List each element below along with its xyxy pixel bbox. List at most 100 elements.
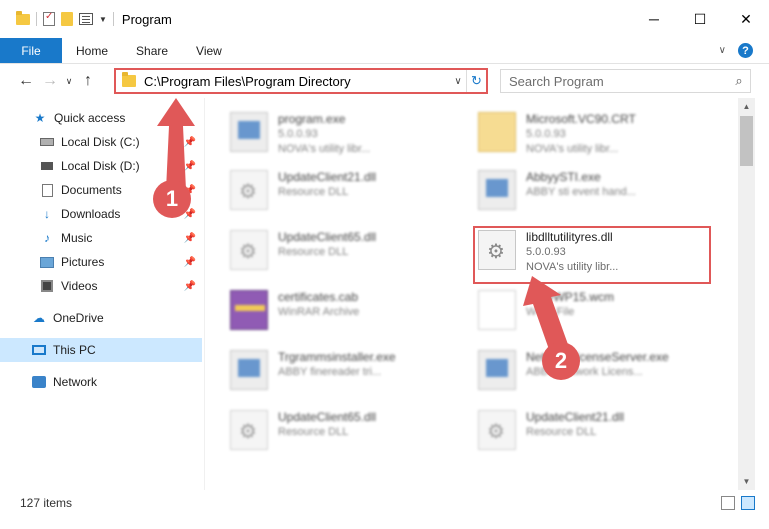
downloads-icon: ↓ [44, 207, 50, 221]
sidebar-item-onedrive[interactable]: ☁ OneDrive [0, 306, 202, 330]
tab-share[interactable]: Share [122, 38, 182, 63]
sidebar-item-label: Local Disk (D:) [61, 159, 140, 173]
address-dropdown-icon[interactable]: ∨ [450, 76, 466, 87]
pin-icon[interactable]: 📌 [184, 137, 196, 148]
exe-file-icon [230, 112, 268, 152]
pin-icon[interactable]: 📌 [184, 161, 196, 172]
file-item[interactable]: AbbyWP15.wcm WCM File [478, 286, 728, 342]
file-item[interactable]: UpdateClient65.dll Resource DLL [230, 406, 480, 462]
pin-icon[interactable]: 📌 [184, 233, 196, 244]
tab-home[interactable]: Home [62, 38, 122, 63]
onedrive-icon: ☁ [33, 311, 45, 325]
file-detail: ABBY finereader tri... [278, 366, 382, 378]
file-item[interactable]: Trgrammsinstaller.exe ABBY finereader tri… [230, 346, 480, 402]
generic-file-icon [478, 290, 516, 330]
navigation-bar: ← → ∨ ↑ C:\Program Files\Program Directo… [0, 64, 769, 98]
file-detail: Resource DLL [278, 186, 349, 198]
file-item[interactable]: AbbyySTI.exe ABBY sti event hand... [478, 166, 728, 222]
navigation-pane: ★ Quick access Local Disk (C:) 📌 Local D… [0, 100, 202, 490]
sidebar-item-music[interactable]: ♪ Music 📌 [0, 226, 202, 250]
quick-access-toolbar: ▼ [16, 10, 114, 26]
sidebar-item-quick-access[interactable]: ★ Quick access [0, 106, 202, 130]
sidebar-item-label: Videos [61, 279, 98, 293]
help-icon[interactable]: ? [738, 43, 753, 58]
search-input[interactable]: Search Program ⌕ [500, 69, 751, 93]
title-bar: ▼ Program ─ ☐ ✕ [0, 0, 769, 38]
details-view-icon[interactable] [721, 496, 735, 510]
pin-icon[interactable]: 📌 [184, 257, 196, 268]
file-item[interactable]: NetworkLicenseServer.exe ABBY Network Lic… [478, 346, 728, 402]
network-icon [32, 376, 46, 388]
dll-file-icon [230, 410, 268, 450]
new-folder-icon[interactable] [61, 12, 73, 26]
scroll-up-icon[interactable]: ▲ [738, 98, 755, 115]
sidebar-item-pictures[interactable]: Pictures 📌 [0, 250, 202, 274]
sidebar-item-local-disk-c[interactable]: Local Disk (C:) 📌 [0, 130, 202, 154]
scroll-thumb[interactable] [740, 116, 753, 166]
separator [36, 12, 37, 26]
folder-icon [16, 10, 30, 25]
address-path[interactable]: C:\Program Files\Program Directory [144, 74, 450, 89]
file-item[interactable]: UpdateClient65.dll Resource DLL [230, 226, 480, 282]
expand-ribbon-icon[interactable]: ∨ [719, 45, 726, 56]
large-icons-view-icon[interactable] [741, 496, 755, 510]
sidebar-item-label: Pictures [61, 255, 105, 269]
file-detail: 5.0.0.93 [278, 128, 318, 140]
sidebar-item-label: Local Disk (C:) [61, 135, 140, 149]
item-count: 127 items [20, 496, 73, 510]
drive-icon [40, 138, 54, 146]
scroll-down-icon[interactable]: ▼ [738, 473, 755, 490]
sidebar-item-local-disk-d[interactable]: Local Disk (D:) 📌 [0, 154, 202, 178]
callout-step-2: 2 [542, 342, 580, 380]
window-title: Program [121, 11, 172, 27]
sidebar-item-label: Quick access [54, 111, 126, 125]
status-bar: 127 items [0, 490, 769, 516]
sidebar-item-this-pc[interactable]: This PC [0, 338, 202, 362]
customize-toolbar-icon[interactable]: ▼ [99, 15, 107, 24]
file-name: Trgrammsinstaller.exe [278, 350, 396, 364]
sidebar-item-label: Network [53, 375, 98, 389]
file-name: AbbyySTI.exe [526, 170, 601, 184]
file-item[interactable]: Microsoft.VC90.CRT 5.0.0.93 NOVA's utility… [478, 108, 728, 164]
sidebar-item-videos[interactable]: Videos 📌 [0, 274, 202, 298]
folder-icon [122, 72, 136, 87]
folder-icon [478, 112, 516, 152]
sidebar-item-label: OneDrive [53, 311, 104, 325]
music-icon: ♪ [44, 231, 50, 245]
sidebar-item-label: Music [61, 231, 93, 245]
archive-file-icon [230, 290, 268, 330]
callout-step-1: 1 [153, 180, 191, 218]
target-file-highlight [473, 226, 711, 284]
pin-icon[interactable]: 📌 [184, 281, 196, 292]
pane-divider[interactable] [204, 98, 205, 490]
file-item[interactable]: certificates.cab WinRAR Archive [230, 286, 480, 342]
file-list: program.exe 5.0.0.93 NOVA's utility libr..… [206, 98, 738, 490]
file-detail: 5.0.0.93 [526, 128, 566, 140]
recent-locations-icon[interactable]: ∨ [62, 76, 76, 87]
file-item[interactable]: program.exe 5.0.0.93 NOVA's utility libr..… [230, 108, 480, 164]
exe-file-icon [478, 170, 516, 210]
back-icon[interactable]: ← [14, 72, 38, 90]
search-placeholder[interactable]: Search Program [509, 74, 728, 89]
file-item[interactable]: UpdateClient21.dll Resource DLL [478, 406, 728, 462]
file-name: UpdateClient21.dll [526, 410, 625, 424]
close-button[interactable]: ✕ [723, 0, 769, 38]
file-detail: WCM File [526, 306, 575, 318]
tab-view[interactable]: View [182, 38, 236, 63]
exe-file-icon [230, 350, 268, 390]
maximize-button[interactable]: ☐ [677, 0, 723, 38]
file-name: Microsoft.VC90.CRT [526, 112, 636, 126]
minimize-button[interactable]: ─ [631, 0, 677, 38]
refresh-icon[interactable]: ↻ [466, 70, 486, 92]
address-bar[interactable]: C:\Program Files\Program Directory ∨ ↻ [114, 68, 488, 94]
sidebar-item-network[interactable]: Network [0, 370, 202, 394]
view-options-icon[interactable] [79, 13, 93, 25]
up-icon[interactable]: ↑ [76, 72, 100, 90]
tab-file[interactable]: File [0, 38, 62, 63]
vertical-scrollbar[interactable]: ▲ ▼ [738, 98, 755, 490]
sidebar-item-label: This PC [53, 343, 96, 357]
file-item[interactable]: UpdateClient21.dll Resource DLL [230, 166, 480, 222]
properties-icon[interactable] [43, 11, 55, 26]
forward-icon[interactable]: → [38, 72, 62, 90]
search-icon[interactable]: ⌕ [728, 73, 750, 89]
